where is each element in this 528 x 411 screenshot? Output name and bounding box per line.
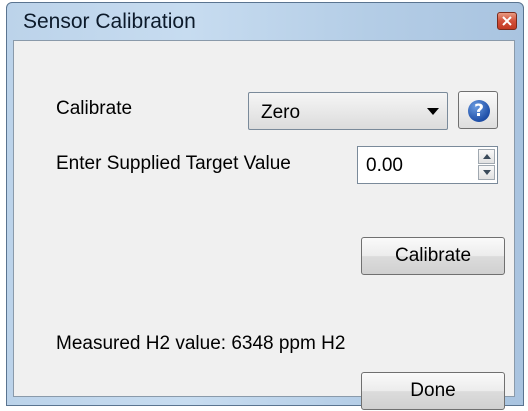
measured-value-text: Measured H2 value: 6348 ppm H2: [56, 333, 346, 354]
help-icon: ?: [468, 100, 490, 122]
target-value-field[interactable]: 0.00: [366, 155, 403, 177]
increment-button[interactable]: [478, 149, 495, 164]
decrement-button[interactable]: [478, 165, 495, 180]
calibrate-mode-value: Zero: [261, 102, 301, 123]
stepper-buttons: [478, 149, 495, 181]
target-value-stepper[interactable]: 0.00: [357, 146, 498, 184]
title-bar[interactable]: Sensor Calibration: [7, 3, 523, 41]
dialog-content: Calibrate Zero ? Enter Supplied Target V…: [13, 40, 515, 410]
arrow-down-icon: [483, 170, 491, 175]
window-title: Sensor Calibration: [23, 10, 196, 33]
dialog-window: Sensor Calibration Calibrate Zero ? Ente…: [6, 2, 524, 410]
calibrate-mode-select[interactable]: Zero: [248, 92, 448, 130]
calibrate-label: Calibrate: [56, 98, 133, 119]
arrow-up-icon: [483, 154, 491, 159]
target-value-label: Enter Supplied Target Value: [56, 153, 291, 174]
done-button[interactable]: Done: [361, 372, 505, 410]
chevron-down-icon: [427, 108, 439, 115]
close-button[interactable]: [497, 12, 517, 30]
close-icon: [502, 16, 512, 26]
help-button[interactable]: ?: [458, 91, 498, 129]
calibrate-button[interactable]: Calibrate: [361, 237, 505, 275]
